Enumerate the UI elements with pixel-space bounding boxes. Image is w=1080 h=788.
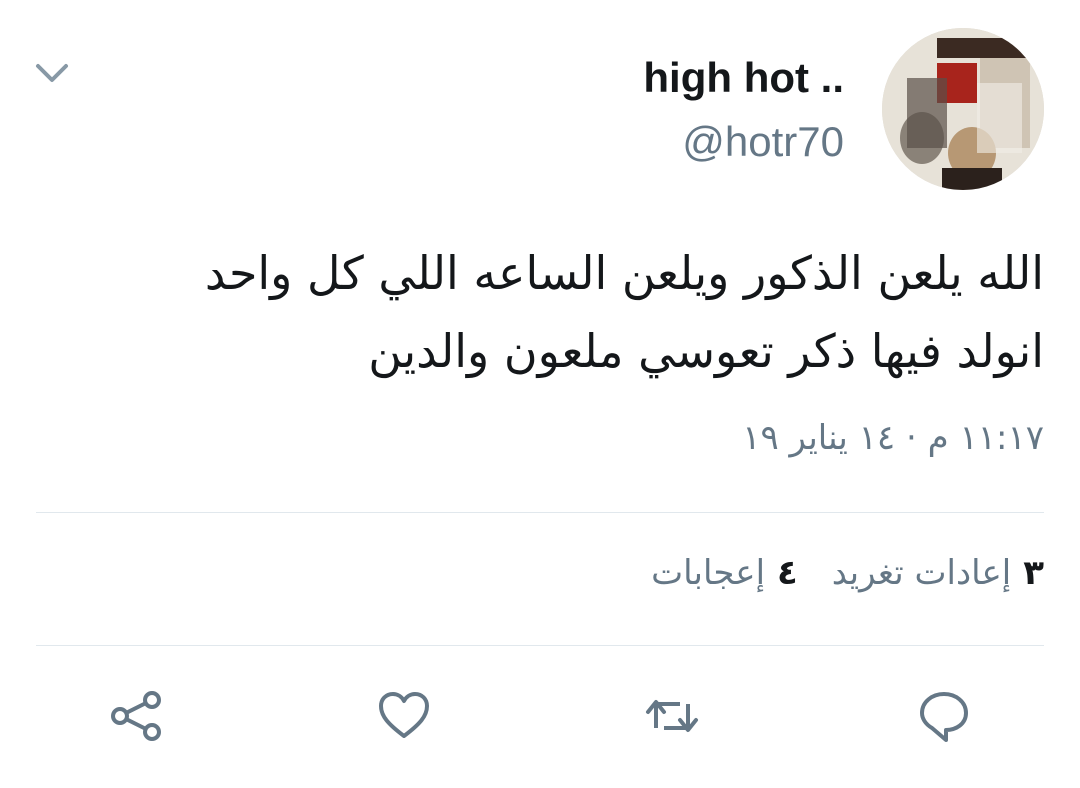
retweets-count: ٣	[1023, 553, 1044, 593]
tweet-text: الله يلعن الذكور ويلعن الساعه اللي كل وا…	[34, 234, 1044, 390]
user-handle[interactable]: @hotr70	[682, 118, 844, 166]
tweet-text-line: انولد فيها ذكر تعوسي ملعون والدين	[368, 324, 1044, 378]
chevron-down-icon[interactable]	[34, 60, 70, 86]
retweet-icon	[646, 700, 698, 732]
tweet-timestamp[interactable]: ١١:١٧ م · ١٤ يناير ١٩	[742, 418, 1044, 458]
divider	[36, 512, 1044, 513]
divider	[36, 645, 1044, 646]
like-button[interactable]	[372, 684, 436, 748]
tweet-stats: ٣ إعادات تغريد ٤ إعجابات	[617, 553, 1044, 593]
reply-icon	[920, 692, 968, 742]
likes-label: إعجابات	[651, 553, 766, 593]
retweet-button[interactable]	[640, 684, 704, 748]
reply-button[interactable]	[912, 684, 976, 748]
share-button[interactable]	[104, 684, 168, 748]
tweet-text-line: الله يلعن الذكور ويلعن الساعه اللي كل وا…	[204, 246, 1044, 300]
likes-count: ٤	[777, 553, 798, 593]
retweets-label: إعادات تغريد	[831, 553, 1012, 593]
display-name[interactable]: high hot ..	[643, 54, 844, 102]
likes-stat[interactable]: ٤ إعجابات	[651, 553, 798, 593]
share-icon	[111, 691, 161, 741]
retweets-stat[interactable]: ٣ إعادات تغريد	[832, 553, 1044, 593]
avatar[interactable]	[882, 28, 1044, 190]
heart-icon	[379, 692, 429, 738]
